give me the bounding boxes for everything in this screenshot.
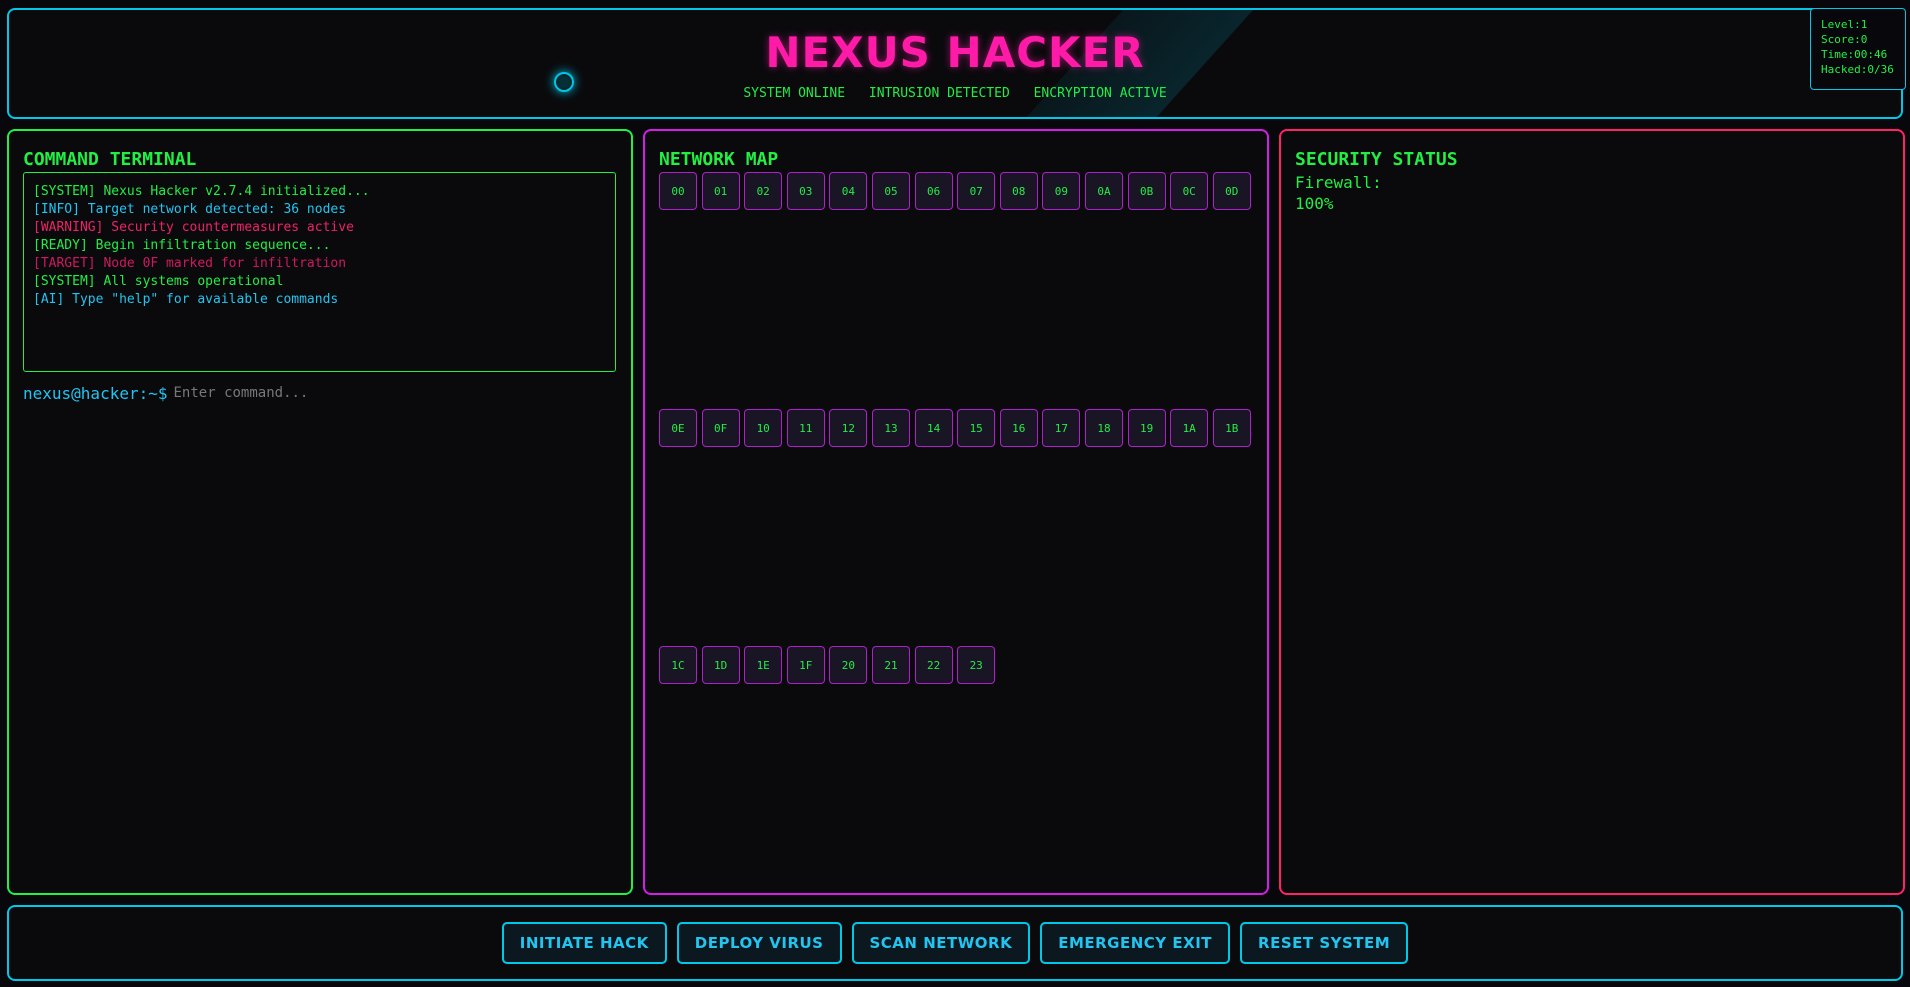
network-node[interactable]: 23 [957, 646, 996, 684]
log-line: [WARNING] Security countermeasures activ… [33, 220, 354, 235]
security-status-panel: SECURITY STATUS Firewall: 100% [1279, 129, 1905, 895]
game-title: NEXUS HACKER [765, 28, 1145, 77]
log-line: [TARGET] Node 0F marked for infiltration [33, 256, 347, 271]
network-node[interactable]: 02 [744, 172, 783, 210]
network-map-panel: NETWORK MAP 00 01 02 03 04 05 06 07 08 09 0A 0B 0C 0D… [643, 129, 1269, 895]
status-system-online: SYSTEM ONLINE [743, 86, 846, 101]
network-node[interactable]: 21 [872, 646, 910, 684]
control-buttons: INITIATE HACK DEPLOY VIRUS SCAN NETWORK … [9, 907, 1901, 979]
initiate-hack-button[interactable]: INITIATE HACK [501, 922, 667, 964]
status-encryption-active: ENCRYPTION ACTIVE [1033, 86, 1167, 101]
network-node[interactable]: 05 [872, 172, 910, 210]
network-node[interactable]: 17 [1042, 409, 1081, 447]
scan-network-button[interactable]: SCAN NETWORK [851, 922, 1031, 964]
status-intrusion-detected: INTRUSION DETECTED [868, 86, 1010, 101]
network-node[interactable]: 0A [1085, 172, 1123, 210]
network-node[interactable]: 0E [659, 409, 697, 447]
network-node[interactable]: 16 [999, 409, 1038, 447]
network-node[interactable]: 20 [829, 646, 868, 684]
network-node[interactable]: 06 [914, 172, 953, 210]
log-line: [SYSTEM] Nexus Hacker v2.7.4 initialized… [33, 184, 370, 199]
firewall-label: Firewall: [1295, 173, 1382, 192]
network-node[interactable]: 1B [1212, 409, 1251, 447]
command-terminal-panel: COMMAND TERMINAL [SYSTEM] Nexus Hacker v… [7, 129, 633, 895]
cursor-orb-icon [554, 72, 574, 92]
log-line: [READY] Begin infiltration sequence... [33, 238, 331, 253]
emergency-exit-button[interactable]: EMERGENCY EXIT [1040, 922, 1231, 964]
network-node[interactable]: 09 [1042, 172, 1081, 210]
network-node[interactable]: 1A [1170, 409, 1209, 447]
terminal-title: COMMAND TERMINAL [23, 149, 197, 170]
network-node[interactable]: 11 [786, 409, 825, 447]
control-bar: INITIATE HACK DEPLOY VIRUS SCAN NETWORK … [7, 905, 1903, 981]
network-node[interactable]: 1E [744, 646, 783, 684]
network-node[interactable]: 03 [786, 172, 825, 210]
hud-score: Score:0 [1821, 33, 1868, 46]
hud-time: Time:00:46 [1821, 48, 1888, 61]
log-line: [AI] Type "help" for available commands [33, 292, 339, 307]
log-line: [SYSTEM] All systems operational [33, 274, 284, 289]
network-node[interactable]: 1D [701, 646, 740, 684]
system-status-row: SYSTEM ONLINE INTRUSION DETECTED ENCRYPT… [9, 86, 1901, 101]
network-node[interactable]: 0B [1127, 172, 1166, 210]
network-node[interactable]: 22 [914, 646, 953, 684]
log-line: [INFO] Target network detected: 36 nodes [33, 202, 347, 217]
firewall-value: 100% [1295, 194, 1334, 213]
stats-hud: Level:1 Score:0 Time:00:46 Hacked:0/36 [1810, 8, 1906, 90]
network-node[interactable]: 01 [701, 172, 740, 210]
network-node[interactable]: 00 [659, 172, 697, 210]
network-node[interactable]: 10 [744, 409, 783, 447]
reset-system-button[interactable]: RESET SYSTEM [1240, 922, 1409, 964]
hud-hacked: Hacked:0/36 [1821, 63, 1894, 76]
network-node[interactable]: 0F [701, 409, 740, 447]
network-node[interactable]: 0D [1212, 172, 1251, 210]
network-node[interactable]: 07 [957, 172, 996, 210]
network-node[interactable]: 14 [914, 409, 953, 447]
network-node[interactable]: 15 [957, 409, 996, 447]
terminal-log: [SYSTEM] Nexus Hacker v2.7.4 initialized… [23, 172, 616, 372]
security-status-title: SECURITY STATUS [1295, 149, 1458, 170]
deploy-virus-button[interactable]: DEPLOY VIRUS [676, 922, 842, 964]
network-node[interactable]: 12 [829, 409, 868, 447]
network-node[interactable]: 13 [872, 409, 910, 447]
network-node[interactable]: 1C [659, 646, 697, 684]
hud-level: Level:1 [1821, 18, 1868, 31]
network-node[interactable]: 0C [1170, 172, 1209, 210]
prompt-label: nexus@hacker:~$ [23, 383, 168, 403]
network-node[interactable]: 18 [1085, 409, 1123, 447]
network-node[interactable]: 04 [829, 172, 868, 210]
network-node[interactable]: 19 [1127, 409, 1166, 447]
network-node-grid: 00 01 02 03 04 05 06 07 08 09 0A 0B 0C 0D 0E 0F 10 11 12 13… [645, 131, 1267, 893]
network-node[interactable]: 1F [786, 646, 825, 684]
command-input[interactable] [173, 385, 574, 401]
network-node[interactable]: 08 [999, 172, 1038, 210]
command-prompt-row: nexus@hacker:~$ [23, 383, 574, 403]
game-header: NEXUS HACKER SYSTEM ONLINE INTRUSION DET… [7, 8, 1903, 119]
